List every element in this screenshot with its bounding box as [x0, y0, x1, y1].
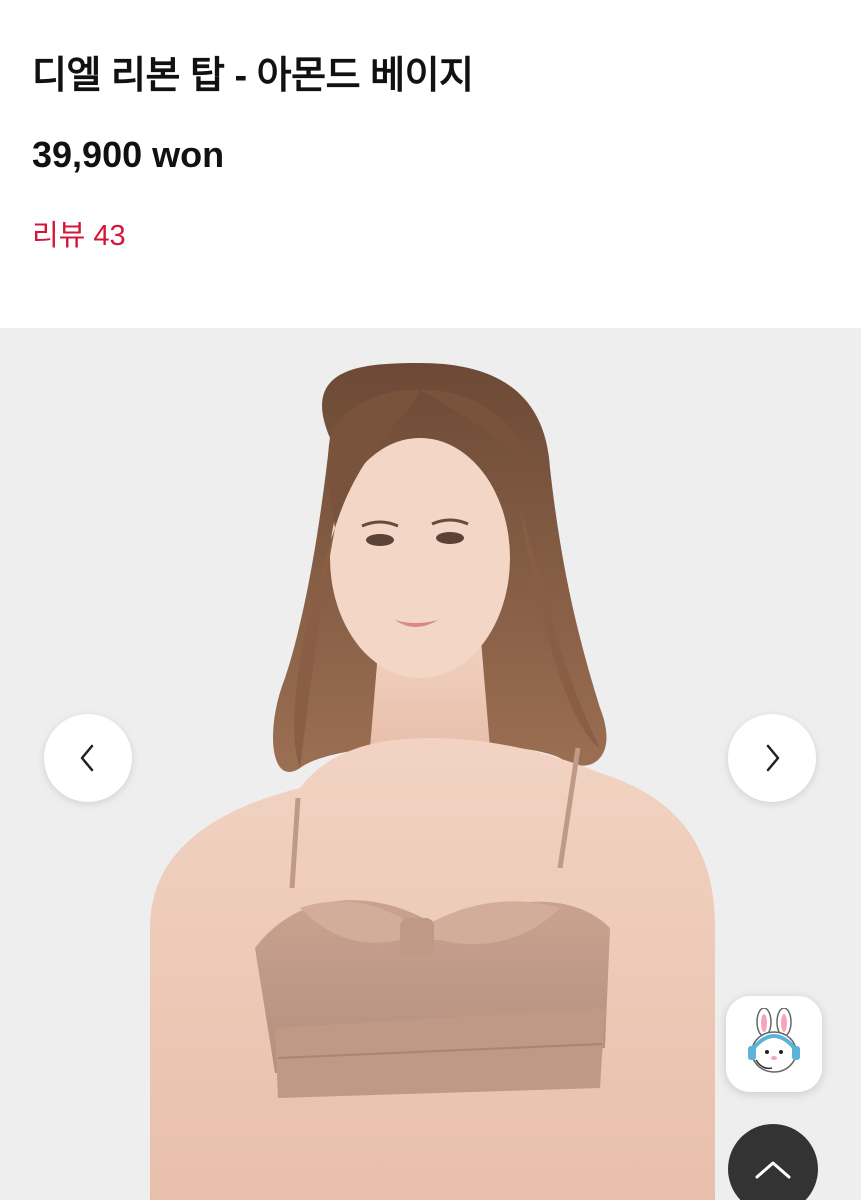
- product-title: 디엘 리본 탑 - 아몬드 베이지: [32, 55, 474, 97]
- next-image-button[interactable]: [728, 714, 816, 802]
- chevron-left-icon: [80, 744, 94, 772]
- product-price: 39,900 won: [32, 134, 225, 175]
- customer-chat-button[interactable]: [726, 996, 822, 1092]
- bunny-headset-chat-icon: [748, 1008, 800, 1073]
- prev-image-button[interactable]: [44, 714, 132, 802]
- product-image-gallery[interactable]: [0, 328, 861, 1200]
- product-info: 디엘 리본 탑 - 아몬드 베이지 39,900 won 리뷰 43: [0, 0, 861, 328]
- chevron-right-icon: [766, 744, 780, 772]
- review-count-link[interactable]: 리뷰 43: [32, 212, 126, 254]
- chevron-up-icon: [755, 1161, 791, 1179]
